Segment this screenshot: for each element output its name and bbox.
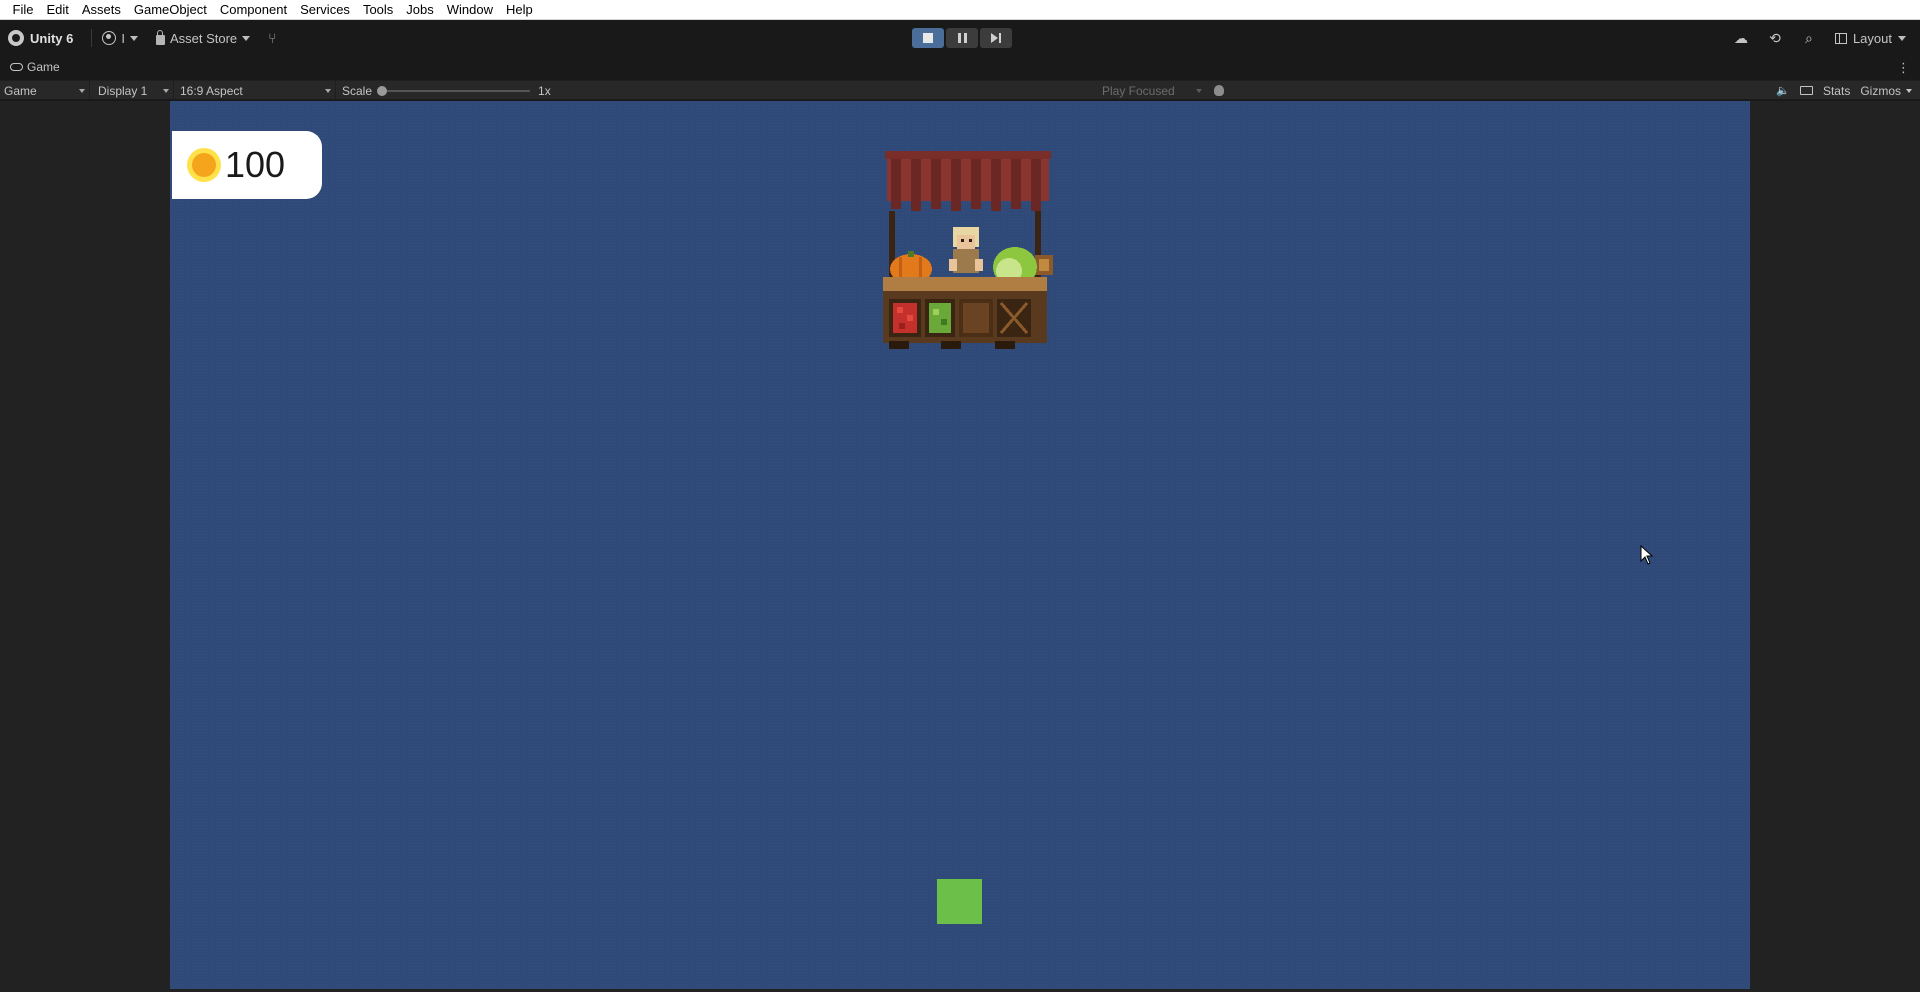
editor-title: Unity 6 [30,30,74,46]
chevron-down-icon [325,88,331,93]
gizmos-label: Gizmos [1860,83,1901,98]
display-mode-dropdown[interactable]: Game [0,81,90,100]
menu-bar: File Edit Assets GameObject Component Se… [0,0,1920,20]
account-label: I [121,30,125,46]
display-dropdown[interactable]: Display 1 [94,81,174,100]
account-button[interactable]: I [102,31,138,46]
history-icon[interactable]: ⟲ [1767,30,1783,47]
display-mode-label: Game [4,83,37,98]
pause-button[interactable] [946,28,978,48]
menu-services[interactable]: Services [294,0,357,20]
toolbar-divider [91,29,93,47]
lock-icon [155,29,165,45]
cloud-icon[interactable]: ☁ [1733,30,1749,47]
unity-logo-icon [8,30,24,46]
main-toolbar: Unity 6 I Asset Store ⑂ ☁ ⟲ ⌕ Layout [0,20,1920,56]
coin-count: 100 [225,144,286,185]
scale-label: Scale [342,83,373,98]
menu-assets[interactable]: Assets [75,0,127,20]
aspect-label: 16:9 Aspect [180,83,243,98]
tab-bar: Game ⋮ [0,56,1920,80]
scale-slider-handle[interactable] [377,85,388,96]
more-options-icon[interactable]: ⋮ [1897,61,1910,74]
game-toolbar-right: 🔈 Stats Gizmos [1776,81,1912,100]
menu-window[interactable]: Window [440,0,499,20]
coin-icon [187,148,221,182]
menu-component[interactable]: Component [213,0,293,20]
step-button[interactable] [980,28,1012,48]
account-icon [102,31,117,45]
menu-gameobject[interactable]: GameObject [127,0,213,20]
asset-store-label: Asset Store [169,30,238,46]
game-view-toolbar: Game Display 1 16:9 Aspect Scale 1x Play… [0,80,1920,100]
market-stall-sprite [883,151,1053,349]
layout-label: Layout [1852,30,1892,46]
menu-tools[interactable]: Tools [356,0,399,20]
pause-icon [957,33,967,43]
gamepad-icon [10,63,23,71]
mouse-cursor-icon [1640,545,1654,565]
chevron-down-icon [163,88,169,93]
stats-button[interactable]: Stats [1823,84,1850,98]
chevron-down-icon [129,35,138,41]
chevron-down-icon [79,88,85,93]
play-mode-label: Play Focused [1102,83,1175,98]
bug-icon[interactable] [1214,85,1224,96]
display-label: Display 1 [98,83,148,98]
menu-jobs[interactable]: Jobs [400,0,440,20]
menu-edit[interactable]: Edit [40,0,75,20]
coin-counter: 100 [172,131,322,199]
player-square [937,879,982,924]
toolbar-right: ☁ ⟲ ⌕ Layout [1733,20,1906,56]
scale-slider[interactable] [377,85,531,96]
chevron-down-icon [242,35,251,41]
mute-audio-icon[interactable]: 🔈 [1776,84,1790,97]
step-icon [991,33,1001,43]
keyboard-shortcuts-icon[interactable] [1799,86,1813,95]
toolbar-left: Unity 6 I Asset Store ⑂ [8,20,277,56]
search-icon[interactable]: ⌕ [1801,30,1817,47]
asset-store-button[interactable]: Asset Store [155,29,251,46]
version-control-icon[interactable]: ⑂ [268,30,276,46]
play-mode-dropdown[interactable]: Play Focused [1098,81,1206,100]
layout-dropdown[interactable]: Layout [1834,30,1906,46]
tab-game[interactable]: Game [10,60,60,74]
gizmos-dropdown[interactable]: Gizmos [1860,84,1912,98]
chevron-down-icon [1906,88,1912,93]
tab-game-label: Game [27,60,60,74]
scale-value: 1x [538,83,551,98]
menu-help[interactable]: Help [500,0,540,20]
game-viewport[interactable]: 100 [170,101,1750,989]
layout-icon [1834,32,1847,44]
chevron-down-icon [1898,35,1906,41]
menu-file[interactable]: File [6,0,40,20]
stop-icon [923,33,933,43]
play-button[interactable] [912,28,944,48]
chevron-down-icon [1196,88,1202,93]
aspect-dropdown[interactable]: 16:9 Aspect [176,81,336,100]
scale-control: Scale 1x [342,81,551,100]
playmode-controls [912,28,1012,48]
